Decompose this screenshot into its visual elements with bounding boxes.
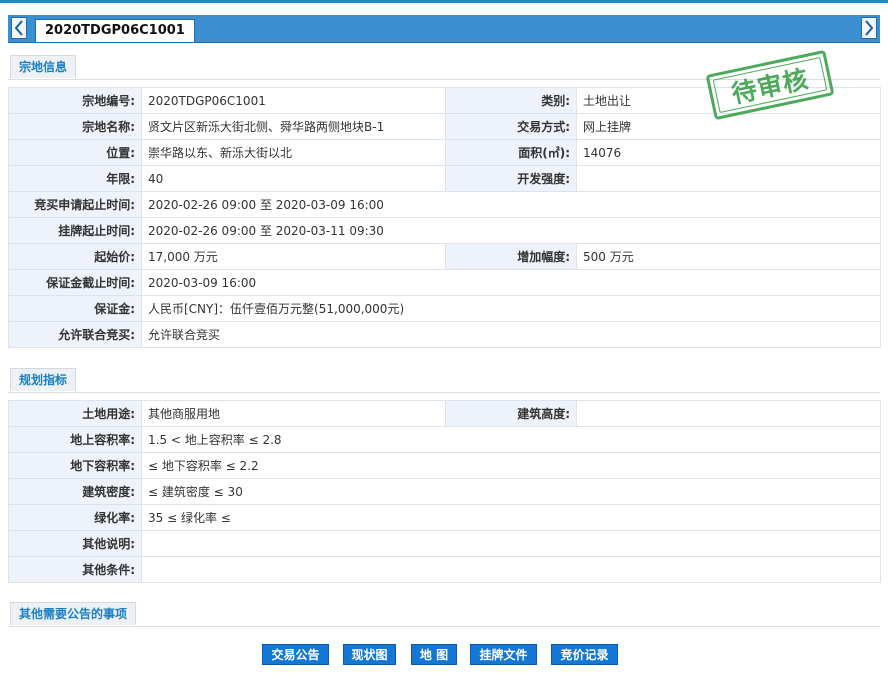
above-far-value: 1.5 < 地上容积率 ≤ 2.8 [141, 426, 881, 453]
listing-docs-button[interactable]: 挂牌文件 [470, 644, 537, 665]
table-row: 宗地名称: 贤文片区新泺大街北侧、舜华路两侧地块B-1 交易方式: 网上挂牌 [8, 113, 881, 140]
area-value: 14076 [576, 139, 881, 166]
other-conditions-value [141, 556, 881, 583]
parcel-no-label: 宗地编号: [8, 87, 142, 114]
land-info-table: 宗地编号: 2020TDGP06C1001 类别: 土地出让 宗地名称: 贤文片… [8, 87, 881, 348]
area-label: 面积(㎡): [445, 139, 577, 166]
start-price-value: 17,000 万元 [141, 243, 446, 270]
deposit-value: 人民币[CNY]：伍仟壹佰万元整(51,000,000元) [141, 295, 881, 322]
listing-period-label: 挂牌起止时间: [8, 217, 142, 244]
term-value: 40 [141, 165, 446, 192]
section-header-planning: 规划指标 [8, 366, 880, 393]
section-title-land-info: 宗地信息 [10, 55, 77, 78]
other-conditions-label: 其他条件: [8, 556, 142, 583]
parcel-name-value: 贤文片区新泺大街北侧、舜华路两侧地块B-1 [141, 113, 446, 140]
section-header-other: 其他需要公告的事项 [8, 600, 880, 627]
table-row: 建筑密度: ≤ 建筑密度 ≤ 30 [8, 478, 881, 505]
deposit-deadline-label: 保证金截止时间: [8, 269, 142, 296]
table-row: 土地用途: 其他商服用地 建筑高度: [8, 400, 881, 427]
below-far-label: 地下容积率: [8, 452, 142, 479]
tab-bar: 2020TDGP06C1001 [8, 15, 880, 43]
above-far-label: 地上容积率: [8, 426, 142, 453]
building-height-value [576, 400, 881, 427]
green-value: 35 ≤ 绿化率 ≤ [141, 504, 881, 531]
chevron-left-icon [14, 20, 23, 36]
listing-period-value: 2020-02-26 09:00 至 2020-03-11 09:30 [141, 217, 881, 244]
deposit-deadline-value: 2020-03-09 16:00 [141, 269, 881, 296]
table-row: 其他条件: [8, 556, 881, 583]
category-label: 类别: [445, 87, 577, 114]
table-row: 挂牌起止时间: 2020-02-26 09:00 至 2020-03-11 09… [8, 217, 881, 244]
next-tab-button[interactable] [861, 17, 877, 39]
density-label: 建筑密度: [8, 478, 142, 505]
table-row: 年限: 40 开发强度: [8, 165, 881, 192]
green-label: 绿化率: [8, 504, 142, 531]
status-map-button[interactable]: 现状图 [343, 644, 396, 665]
table-row: 地下容积率: ≤ 地下容积率 ≤ 2.2 [8, 452, 881, 479]
joint-bid-label: 允许联合竞买: [8, 321, 142, 348]
other-notes-label: 其他说明: [8, 530, 142, 557]
intensity-label: 开发强度: [445, 165, 577, 192]
joint-bid-value: 允许联合竞买 [141, 321, 881, 348]
trade-method-label: 交易方式: [445, 113, 577, 140]
section-title-other: 其他需要公告的事项 [10, 602, 137, 625]
increment-label: 增加幅度: [445, 243, 577, 270]
top-accent-line [0, 0, 888, 3]
action-buttons: 交易公告 现状图 地 图 挂牌文件 竞价记录 [0, 644, 888, 666]
table-row: 允许联合竞买: 允许联合竞买 [8, 321, 881, 348]
location-value: 崇华路以东、新泺大街以北 [141, 139, 446, 166]
below-far-value: ≤ 地下容积率 ≤ 2.2 [141, 452, 881, 479]
map-button[interactable]: 地 图 [411, 644, 457, 665]
bid-period-label: 竞买申请起止时间: [8, 191, 142, 218]
table-row: 绿化率: 35 ≤ 绿化率 ≤ [8, 504, 881, 531]
table-row: 保证金截止时间: 2020-03-09 16:00 [8, 269, 881, 296]
bid-records-button[interactable]: 竞价记录 [551, 644, 618, 665]
trade-method-value: 网上挂牌 [576, 113, 881, 140]
table-row: 其他说明: [8, 530, 881, 557]
table-row: 位置: 崇华路以东、新泺大街以北 面积(㎡): 14076 [8, 139, 881, 166]
parcel-no-value: 2020TDGP06C1001 [141, 87, 446, 114]
density-value: ≤ 建筑密度 ≤ 30 [141, 478, 881, 505]
table-row: 地上容积率: 1.5 < 地上容积率 ≤ 2.8 [8, 426, 881, 453]
prev-tab-button[interactable] [11, 17, 27, 39]
table-row: 起始价: 17,000 万元 增加幅度: 500 万元 [8, 243, 881, 270]
section-title-planning: 规划指标 [10, 368, 77, 391]
bid-period-value: 2020-02-26 09:00 至 2020-03-09 16:00 [141, 191, 881, 218]
start-price-label: 起始价: [8, 243, 142, 270]
tab-parcel[interactable]: 2020TDGP06C1001 [35, 19, 195, 42]
land-use-value: 其他商服用地 [141, 400, 446, 427]
building-height-label: 建筑高度: [445, 400, 577, 427]
intensity-value [576, 165, 881, 192]
table-row: 竞买申请起止时间: 2020-02-26 09:00 至 2020-03-09 … [8, 191, 881, 218]
planning-table: 土地用途: 其他商服用地 建筑高度: 地上容积率: 1.5 < 地上容积率 ≤ … [8, 400, 881, 583]
parcel-name-label: 宗地名称: [8, 113, 142, 140]
term-label: 年限: [8, 165, 142, 192]
chevron-right-icon [865, 20, 874, 36]
table-row: 保证金: 人民币[CNY]：伍仟壹佰万元整(51,000,000元) [8, 295, 881, 322]
land-use-label: 土地用途: [8, 400, 142, 427]
location-label: 位置: [8, 139, 142, 166]
other-notes-value [141, 530, 881, 557]
announcement-button[interactable]: 交易公告 [262, 644, 329, 665]
increment-value: 500 万元 [576, 243, 881, 270]
deposit-label: 保证金: [8, 295, 142, 322]
